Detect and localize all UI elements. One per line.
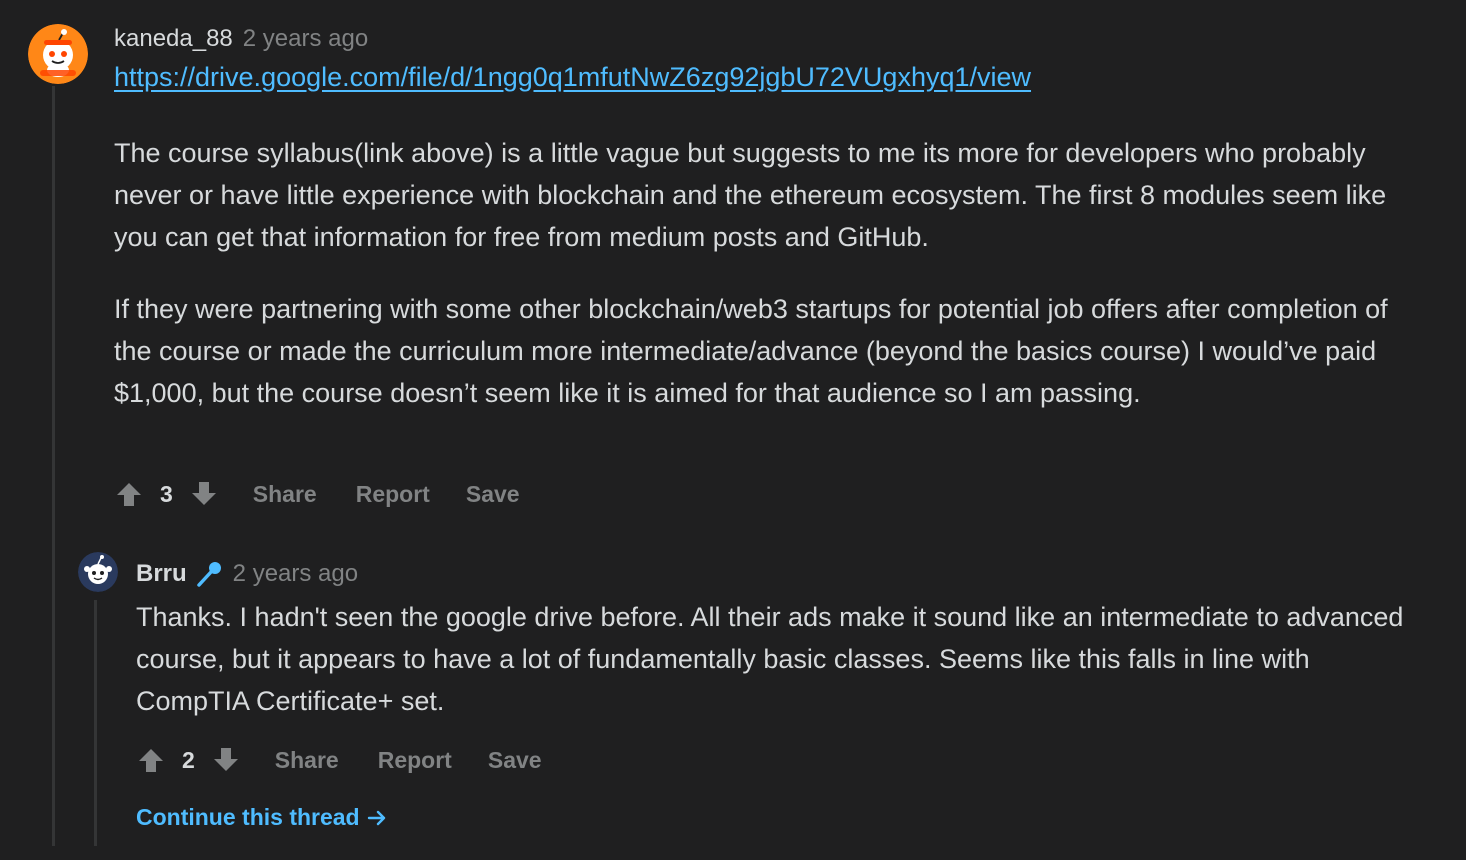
comment-paragraph: Thanks. I hadn't seen the google drive b… xyxy=(136,602,1404,716)
snoo-avatar-icon xyxy=(28,24,88,84)
avatar[interactable] xyxy=(28,24,88,84)
upvote-icon[interactable] xyxy=(114,479,144,509)
avatar[interactable] xyxy=(78,552,118,592)
reply-collapse-line[interactable] xyxy=(94,600,97,846)
username[interactable]: kaneda_88 xyxy=(114,25,233,53)
arrow-right-icon xyxy=(366,807,388,829)
vote-score: 3 xyxy=(160,480,173,507)
comment-meta: Brru 2 years ago xyxy=(136,559,358,589)
drive-link[interactable]: https://drive.google.com/file/d/1ngg0q1m… xyxy=(114,62,1031,93)
downvote-icon[interactable] xyxy=(211,745,241,775)
share-button[interactable]: Share xyxy=(275,747,339,774)
comment-thread: kaneda_88 2 years ago https://drive.goog… xyxy=(0,0,1466,860)
share-button[interactable]: Share xyxy=(253,481,317,508)
snoo-avatar-icon xyxy=(78,552,118,592)
save-button[interactable]: Save xyxy=(466,481,520,508)
save-button[interactable]: Save xyxy=(488,747,542,774)
comment-paragraph: The course syllabus(link above) is a lit… xyxy=(114,138,1387,252)
comment-actions: 2 Share Report Save xyxy=(136,742,542,778)
upvote-icon[interactable] xyxy=(136,745,166,775)
vote-score: 2 xyxy=(182,746,195,773)
downvote-icon[interactable] xyxy=(189,479,219,509)
timestamp[interactable]: 2 years ago xyxy=(233,560,358,588)
report-button[interactable]: Report xyxy=(378,747,452,774)
report-button[interactable]: Report xyxy=(356,481,430,508)
comment-meta: kaneda_88 2 years ago xyxy=(114,24,368,54)
timestamp[interactable]: 2 years ago xyxy=(243,25,368,53)
comment-actions: 3 Share Report Save xyxy=(114,476,520,512)
thread-collapse-line[interactable] xyxy=(52,86,55,846)
continue-thread-label[interactable]: Continue this thread xyxy=(136,804,360,831)
comment-paragraph: If they were partnering with some other … xyxy=(114,294,1388,408)
continue-thread-link[interactable]: Continue this thread xyxy=(136,804,388,831)
username[interactable]: Brru xyxy=(136,560,187,588)
microphone-icon xyxy=(195,560,223,588)
